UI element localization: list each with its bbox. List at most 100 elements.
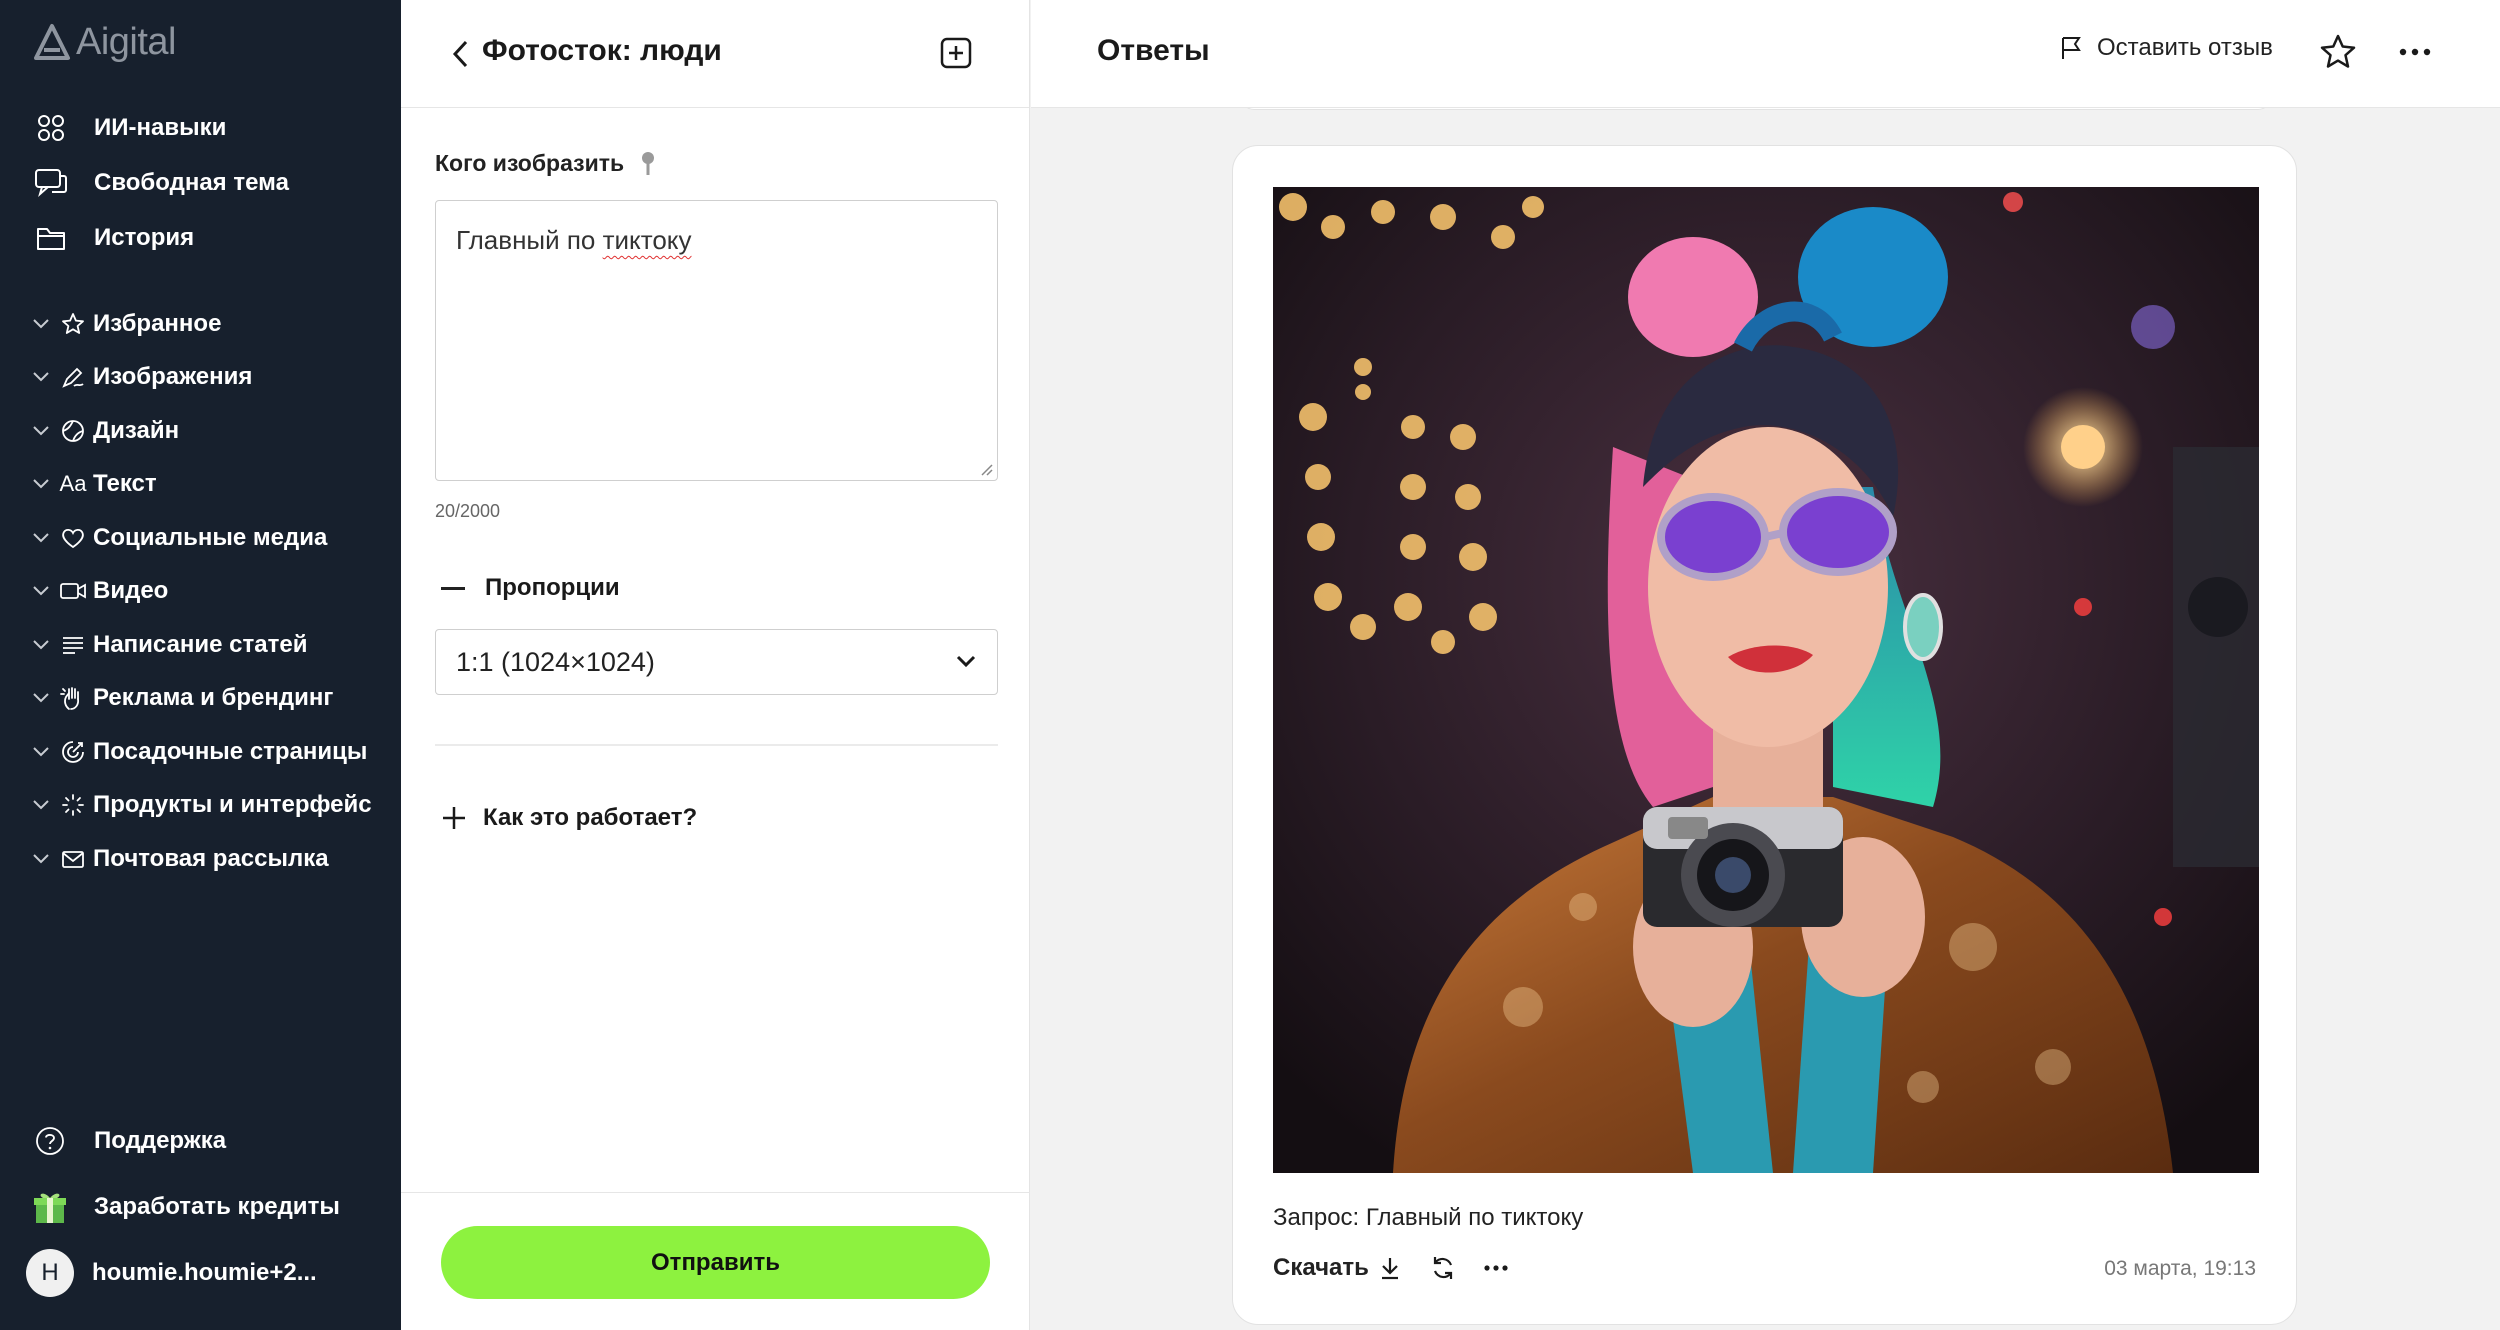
sidebar-category-label: Написание статей (93, 630, 308, 658)
lines-icon (58, 630, 88, 660)
sidebar-item-label: Свободная тема (94, 168, 289, 196)
pen-icon (58, 362, 88, 392)
avatar: H (26, 1249, 74, 1297)
char-counter: 20/2000 (435, 501, 501, 521)
sidebar-item-free-topic[interactable]: Свободная тема (34, 155, 394, 210)
folder-icon (34, 221, 68, 255)
feedback-label: Оставить отзыв (2097, 34, 2273, 61)
sidebar-category-label: Посадочные страницы (93, 737, 368, 765)
chevron-down-icon (30, 848, 52, 870)
mail-icon (58, 844, 88, 874)
gift-icon (30, 1187, 70, 1227)
timestamp: 03 марта, 19:13 (2104, 1257, 2256, 1280)
proportions-select[interactable]: 1:1 (1024×1024) (435, 629, 998, 695)
sidebar-category-label: Продукты и интерфейс (93, 791, 372, 819)
add-square-icon[interactable] (939, 36, 973, 70)
brand-name: Aigital (76, 20, 177, 63)
chevron-down-icon (956, 655, 976, 668)
collapse-icon (441, 586, 465, 590)
download-button[interactable]: Скачать (1273, 1254, 1401, 1282)
page-title: Фотосток: люди (482, 34, 722, 67)
proportions-toggle[interactable]: Пропорции (441, 574, 620, 602)
chevron-down-icon (30, 741, 52, 763)
user-profile[interactable]: H houmie.houmie+2... (26, 1247, 395, 1299)
chat-icon (34, 166, 68, 200)
prompt-textarea[interactable]: Главный по тиктоку (435, 200, 998, 481)
card-actions: Скачать (1273, 1254, 1511, 1282)
more-options-icon[interactable] (1481, 1258, 1511, 1278)
chevron-down-icon (30, 313, 52, 335)
how-it-works-toggle[interactable]: Как это работает? (441, 804, 697, 832)
chevron-down-icon (30, 473, 52, 495)
form-header: Фотосток: люди (401, 0, 1029, 108)
sidebar-category-products[interactable]: Продукты и интерфейс (30, 779, 400, 833)
sidebar-category-advertising[interactable]: Реклама и брендинг (30, 672, 400, 726)
star-icon (58, 309, 88, 339)
text-icon: Aa (59, 471, 87, 497)
chevron-down-icon (30, 580, 52, 602)
sidebar-item-support[interactable]: Поддержка (30, 1115, 395, 1167)
sidebar-category-label: Реклама и брендинг (93, 684, 334, 712)
sidebar-category-label: Видео (93, 577, 169, 605)
sidebar-item-label: Поддержка (94, 1127, 227, 1154)
sidebar-footer: Поддержка Заработать кредиты H houmie.ho… (26, 1115, 395, 1313)
sidebar-category-articles[interactable]: Написание статей (30, 618, 400, 672)
download-icon (1381, 1258, 1398, 1280)
prompt-label-text: Кого изобразить (435, 150, 625, 176)
chevron-left-icon (452, 40, 468, 68)
star-icon[interactable] (2319, 33, 2357, 71)
plus-icon (443, 807, 465, 829)
sparkle-icon (58, 790, 88, 820)
grid-icon (34, 111, 68, 145)
logo-icon (34, 24, 70, 60)
sidebar-category-social-media[interactable]: Социальные медиа (30, 511, 400, 565)
download-label: Скачать (1273, 1254, 1369, 1281)
sidebar-item-ai-skills[interactable]: ИИ-навыки (34, 100, 394, 155)
answer-card: Запрос: Главный по тиктоку Скачать 03 ма… (1232, 145, 2297, 1325)
submit-button[interactable]: Отправить (441, 1226, 990, 1299)
back-button[interactable] (445, 36, 475, 72)
sidebar-category-design[interactable]: Дизайн (30, 404, 400, 458)
prompt-text-misspelled: тиктоку (602, 225, 692, 255)
hand-icon (58, 683, 88, 713)
regenerate-icon[interactable] (1429, 1254, 1457, 1282)
divider (435, 744, 998, 746)
prompt-field-label: Кого изобразить (435, 150, 656, 177)
brand-logo[interactable]: Aigital (32, 20, 177, 64)
portrait-illustration (1273, 187, 2259, 1173)
sidebar-category-label: Почтовая рассылка (93, 844, 329, 872)
sidebar-category-label: Социальные медиа (93, 523, 328, 551)
sidebar-category-images[interactable]: Изображения (30, 351, 400, 405)
chevron-down-icon (30, 527, 52, 549)
palette-icon (58, 416, 88, 446)
how-it-works-label: Как это работает? (483, 804, 698, 831)
flag-icon (2062, 37, 2081, 59)
help-icon (30, 1121, 70, 1161)
heart-icon (58, 523, 88, 553)
sidebar-primary-nav: ИИ-навыки Свободная тема История (34, 100, 394, 265)
form-panel: Фотосток: люди Кого изобразить Главный п… (401, 0, 1030, 1330)
sidebar-category-landing-pages[interactable]: Посадочные страницы (30, 725, 400, 779)
sidebar-item-label: Заработать кредиты (94, 1193, 340, 1220)
pin-icon[interactable] (640, 151, 656, 177)
user-name: houmie.houmie+2... (92, 1259, 317, 1286)
sidebar-category-newsletter[interactable]: Почтовая рассылка (30, 832, 400, 886)
sidebar-category-favorites[interactable]: Избранное (30, 297, 400, 351)
sidebar-category-label: Избранное (93, 309, 222, 337)
answers-panel: Ответы Оставить отзыв Запрос: Главный по… (1031, 0, 2500, 1330)
sidebar-item-label: ИИ-навыки (94, 113, 227, 141)
proportions-value: 1:1 (1024×1024) (456, 646, 655, 677)
more-options-icon[interactable] (2395, 40, 2435, 64)
sidebar-item-earn-credits[interactable]: Заработать кредиты (30, 1181, 395, 1233)
sidebar-category-label: Изображения (93, 363, 253, 391)
sidebar-item-history[interactable]: История (34, 210, 394, 265)
generated-image[interactable] (1273, 187, 2259, 1173)
sidebar-item-label: История (94, 223, 195, 251)
sidebar-category-text[interactable]: Aa Текст (30, 458, 400, 512)
chevron-down-icon (30, 794, 52, 816)
sidebar-category-video[interactable]: Видео (30, 565, 400, 619)
video-icon (58, 576, 88, 606)
answers-title: Ответы (1097, 34, 1210, 67)
resize-handle-icon[interactable] (979, 462, 993, 476)
feedback-button[interactable]: Оставить отзыв (2059, 34, 2273, 62)
